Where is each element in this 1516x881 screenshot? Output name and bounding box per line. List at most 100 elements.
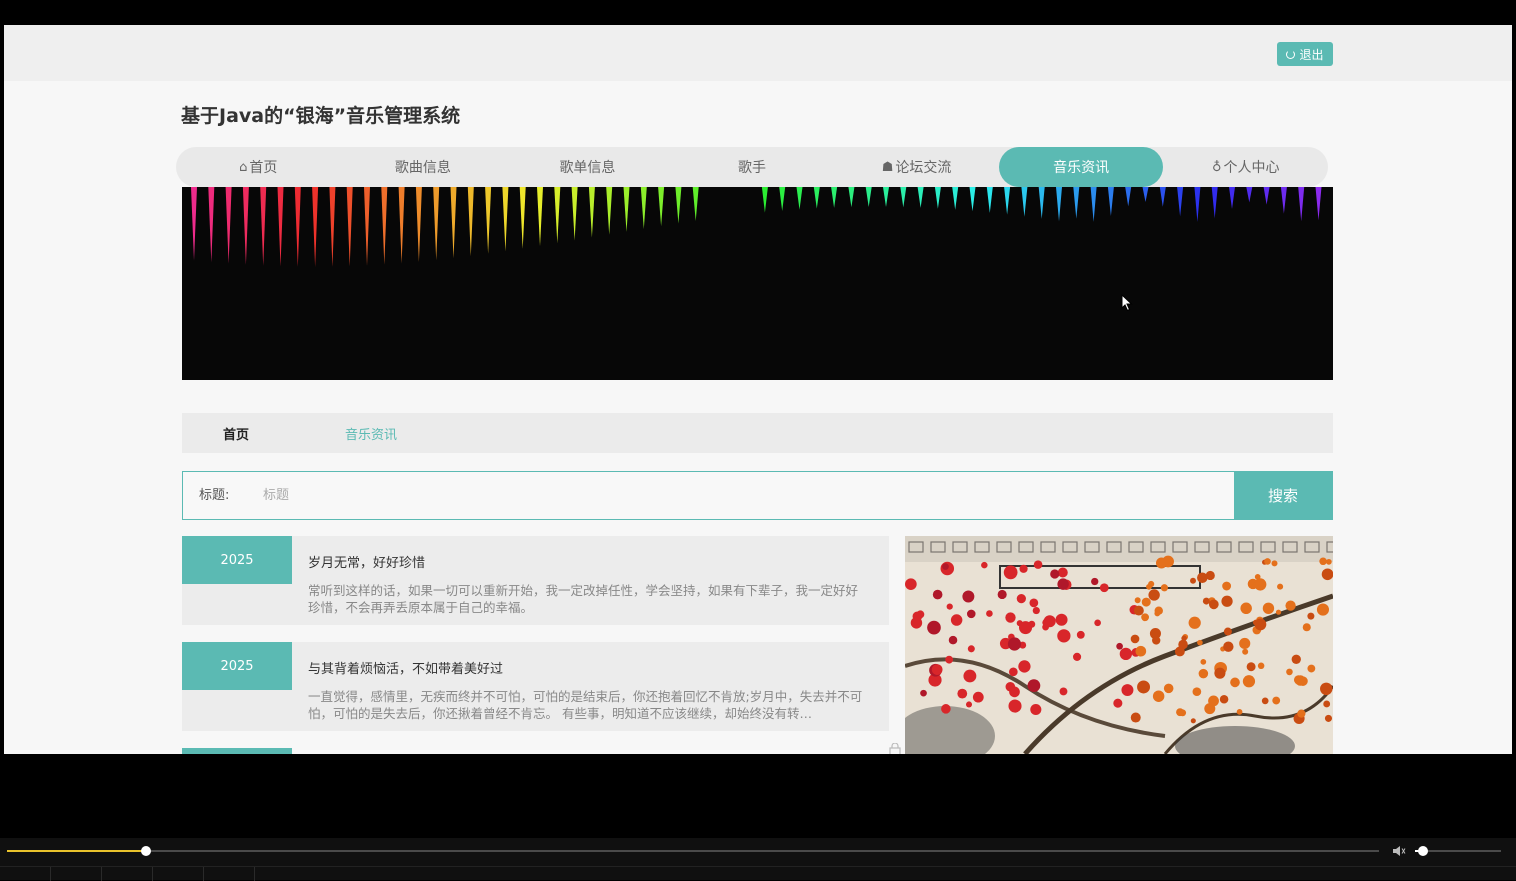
painting-stroke [1324,714,1333,722]
painting-stroke [957,688,968,699]
volume-handle[interactable] [1417,846,1428,856]
painting-stroke [1257,662,1265,670]
wave-spike [848,187,855,208]
painting-stroke [965,701,973,708]
painting-stroke [1141,597,1151,607]
painting-stroke [1003,565,1018,580]
logout-button[interactable]: 退出 [1277,42,1333,66]
volume-slider[interactable] [1415,846,1501,856]
painting-stroke [932,589,943,600]
nav-item-2[interactable]: 歌单信息 [505,147,670,187]
web-page: 退出 基于Java的“银海”音乐管理系统 ⌂ 首页 歌曲信息 歌单信息 歌手 ☗ 论坛交流音… [4,25,1512,754]
wave-spike [796,187,803,210]
wave-spike [1315,187,1322,221]
painting-stroke [1160,584,1169,592]
search-button[interactable]: 搜索 [1234,472,1332,519]
wave-spike [761,187,768,213]
painting-stroke [1295,675,1306,686]
nav-item-3[interactable]: 歌手 [670,147,835,187]
wave-spike [969,187,976,212]
wave-spike [640,187,647,229]
lock-icon [889,743,901,754]
painting-stroke [1133,605,1144,616]
search-label: 标题: [199,488,230,503]
site-title: 基于Java的“银海”音乐管理系统 [181,105,461,127]
search-input[interactable] [247,472,1234,519]
painting-stroke [1174,646,1185,657]
painting-stroke [927,620,941,635]
nav-item-5[interactable]: 音乐资讯 [998,147,1164,187]
painting-stroke [1197,572,1208,584]
painting-stroke [986,610,993,617]
painting-stroke [1190,577,1196,584]
wave-spike [883,187,889,208]
painting-stroke [1261,697,1269,705]
wave-spike [225,187,232,264]
control-slot [51,867,102,881]
painting-stroke [920,689,927,697]
news-item[interactable]: 2025 与其背着烦恼活，不如带着美好过 一直觉得，感情里，无疾而终并不可怕，可… [182,642,889,731]
painting-stroke [1146,583,1152,590]
breadcrumb-current[interactable]: 音乐资讯 [345,424,397,443]
painting-stroke [1200,659,1207,665]
nav-item-label: 歌单信息 [559,160,616,176]
news-title[interactable]: 与其背着烦恼活，不如带着美好过 [308,658,503,677]
breadcrumb-home[interactable]: 首页 [223,424,249,443]
painting-stroke [1320,682,1333,696]
nav-item-6[interactable]: ♁ 个人中心 [1163,147,1328,187]
wave-spike [294,187,301,267]
painting-stroke [1099,583,1109,593]
painting-stroke [1223,627,1232,636]
painting-stroke [1321,568,1333,581]
nav-item-0[interactable]: ⌂ 首页 [176,147,341,187]
painting-stroke [1223,641,1234,652]
painting-stroke [1230,677,1240,688]
wave-spike [900,187,907,208]
wave-spike [779,187,786,212]
plum-blossom-painting [905,536,1333,754]
wave-spike [1229,187,1235,209]
volume-icon[interactable] [1392,844,1406,858]
painting-stroke [1271,560,1278,567]
nav-item-label: 歌曲信息 [394,160,451,176]
wave-spike [1107,187,1114,216]
control-slot [0,867,51,881]
wave-spike [1056,187,1062,222]
painting-stroke [1236,709,1243,715]
painting-stroke [1286,668,1293,676]
painting-stroke [1055,613,1068,626]
nav-item-4[interactable]: ☗ 论坛交流 [834,147,999,187]
painting-stroke [1176,708,1184,717]
progress-handle[interactable] [140,846,151,856]
painting-stroke [1307,664,1316,673]
wave-spike [658,187,665,227]
wave-spike [398,187,405,264]
painting-stroke [1019,621,1033,635]
wave-spike [813,187,820,209]
logout-label: 退出 [1299,47,1324,62]
wave-spike [623,187,630,232]
nav-item-label: 音乐资讯 [1053,160,1110,176]
wave-spike [588,187,595,238]
wave-spike [917,187,924,208]
nav-item-label: 首页 [249,160,278,176]
progress-slider[interactable] [7,846,1379,856]
painting-stroke [1154,606,1163,615]
painting-stroke [1018,660,1031,673]
banner-image [182,187,1333,380]
browser-viewport: 退出 基于Java的“银海”音乐管理系统 ⌂ 首页 歌曲信息 歌单信息 歌手 ☗ 论坛交流音… [0,0,1516,881]
painting-stroke [1030,703,1042,716]
nav-item-1[interactable]: 歌曲信息 [341,147,506,187]
wave-spike [1280,187,1287,214]
news-title[interactable]: 岁月无常，好好珍惜 [308,552,425,571]
news-item-partial[interactable] [182,748,292,754]
painting-stroke [1032,606,1040,615]
painting-stroke [1091,577,1099,586]
painting-stroke [1141,613,1149,622]
news-item[interactable]: 2025 岁月无常，好好珍惜 常听到这样的话，如果一切可以重新开始，我一定改掉任… [182,536,889,625]
news-year: 2025 [182,536,292,584]
painting-stroke [967,645,975,653]
painting-stroke [1240,602,1252,615]
painting-stroke [1121,684,1134,697]
wave-spike [1142,187,1149,203]
